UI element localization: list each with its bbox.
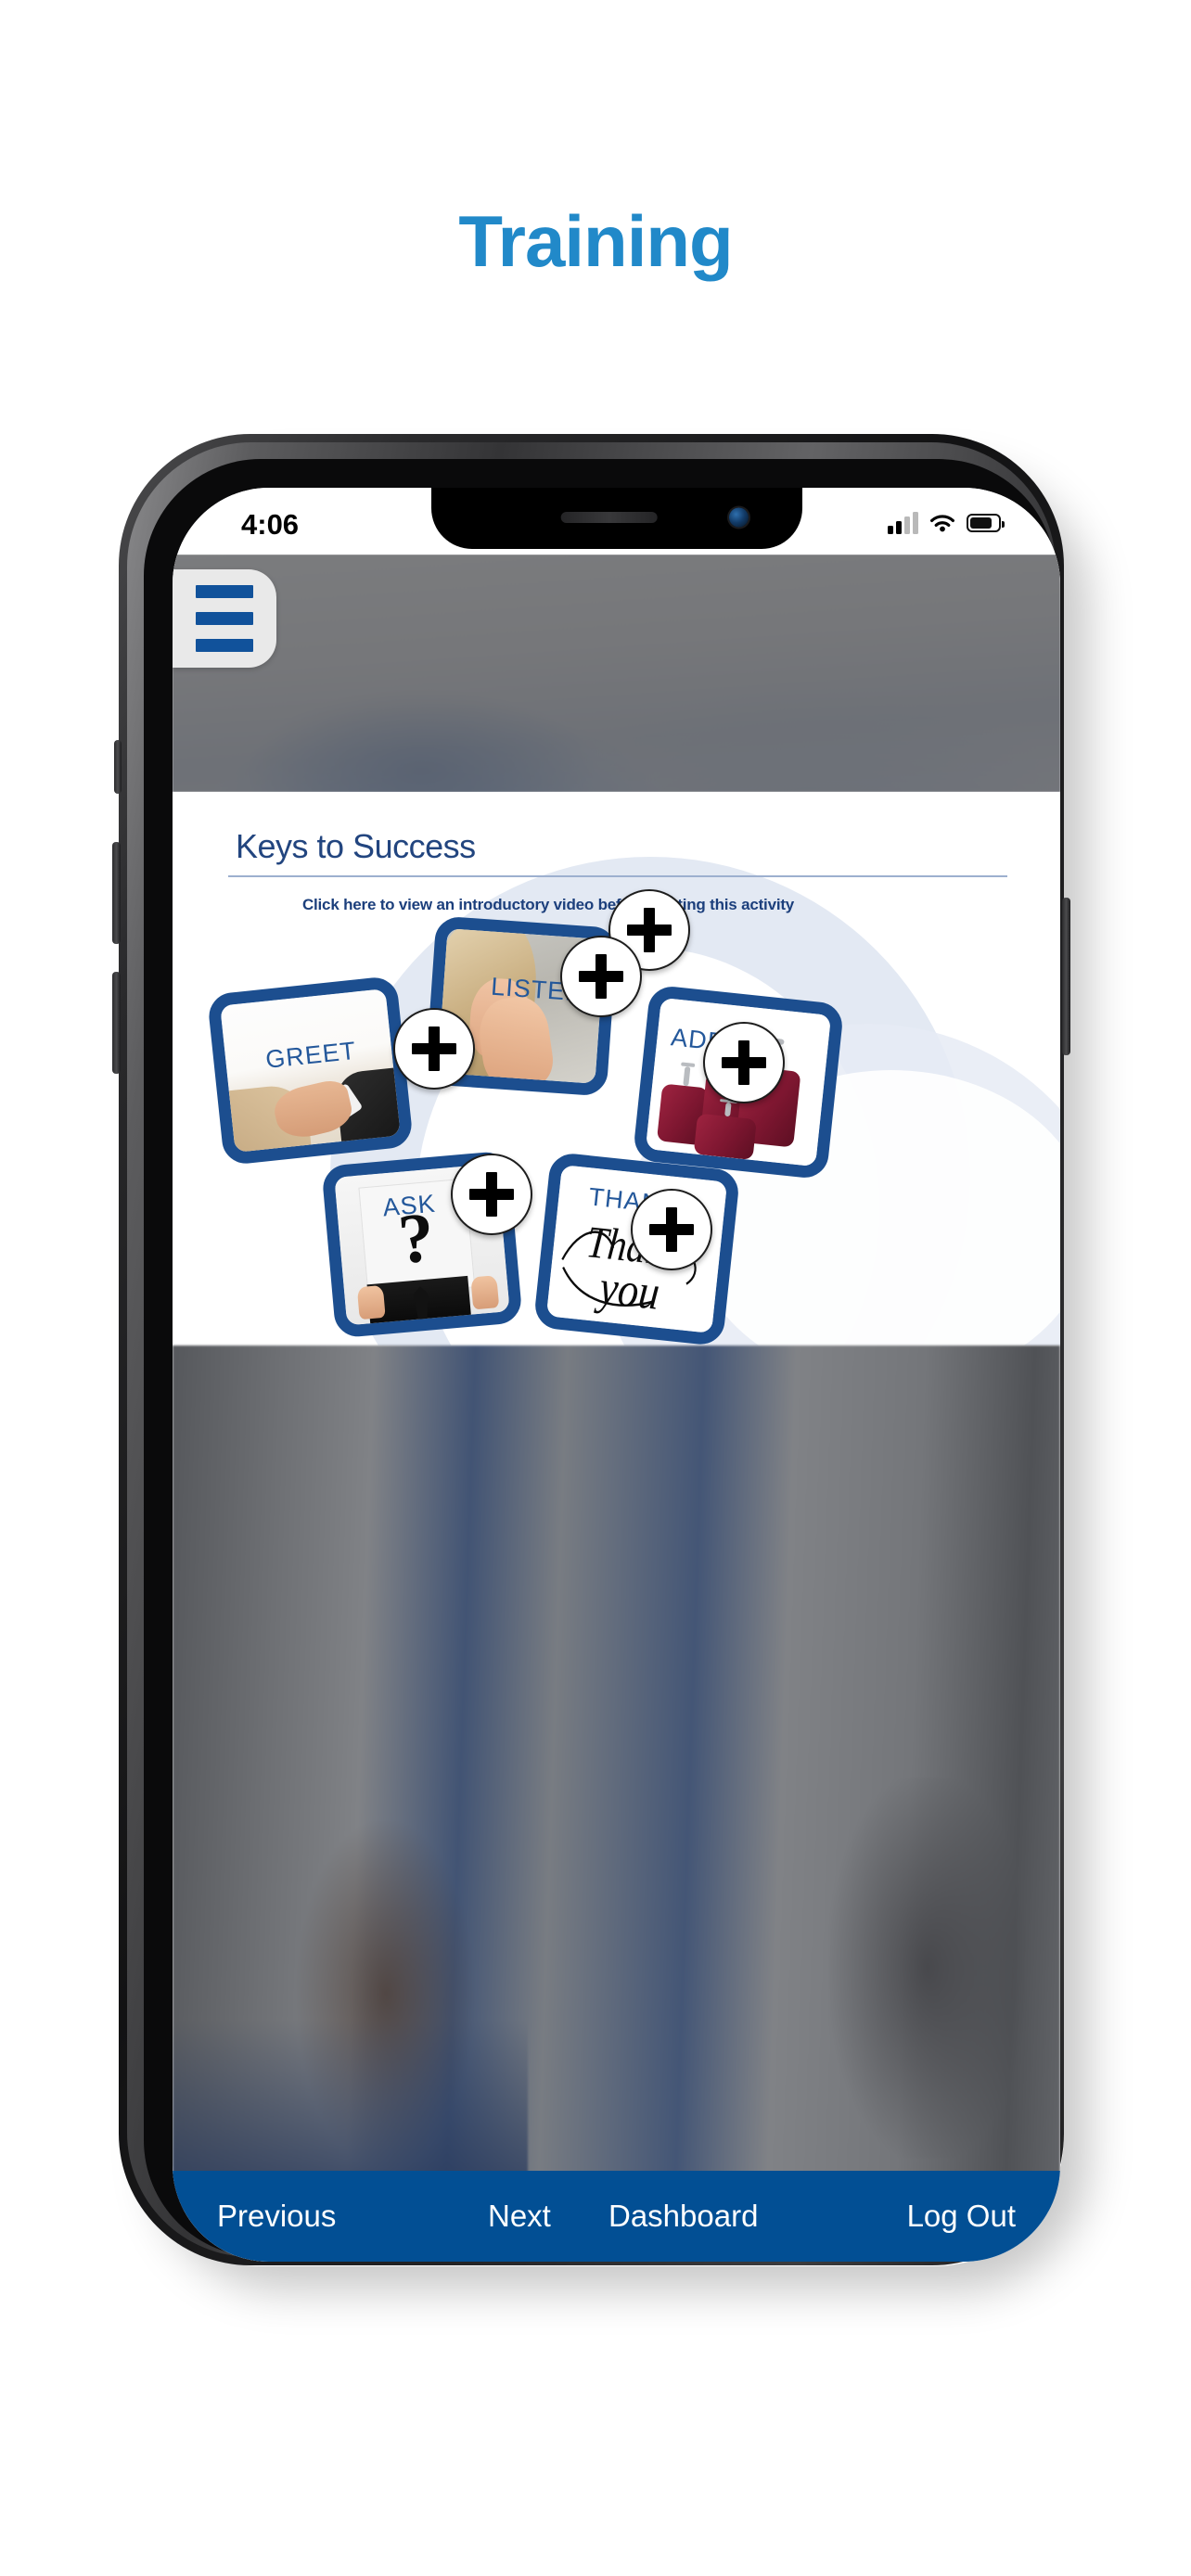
card-label-ask: ASK xyxy=(381,1190,437,1222)
mute-switch[interactable] xyxy=(114,740,122,794)
nav-dashboard-button[interactable]: Dashboard xyxy=(608,2199,758,2234)
front-camera-icon xyxy=(728,507,749,528)
phone-screen: 4:06 Keys to Success Click here to view … xyxy=(173,488,1060,2262)
phone-device-mockup: 4:06 Keys to Success Click here to view … xyxy=(112,434,1077,2275)
device-inner-bezel: 4:06 Keys to Success Click here to view … xyxy=(144,459,1060,2262)
app-viewport: Keys to Success Click here to view an in… xyxy=(173,555,1060,2262)
page-title: Training xyxy=(458,200,733,282)
device-mid-band: 4:06 Keys to Success Click here to view … xyxy=(127,442,1060,2262)
device-notch xyxy=(430,488,802,549)
wifi-icon xyxy=(930,514,954,531)
lesson-content-panel: Keys to Success Click here to view an in… xyxy=(173,792,1060,1345)
power-button[interactable] xyxy=(1062,898,1070,1055)
card-greet[interactable]: GREET xyxy=(206,975,415,1167)
plus-icon-ask[interactable] xyxy=(451,1154,532,1235)
bottom-navigation-bar: Previous Next Dashboard Log Out xyxy=(173,2171,1060,2262)
intro-video-link[interactable]: Click here to view an introductory video… xyxy=(173,896,924,914)
volume-down-button[interactable] xyxy=(112,972,121,1074)
nav-next-button[interactable]: Next xyxy=(488,2199,551,2234)
earpiece-speaker-icon xyxy=(560,512,658,523)
heading-divider xyxy=(228,875,1007,877)
plus-icon-listen[interactable] xyxy=(560,936,642,1017)
cellular-signal-icon xyxy=(888,512,918,534)
nav-logout-button[interactable]: Log Out xyxy=(907,2199,1016,2234)
status-bar-icons xyxy=(888,508,1005,538)
footer-background-image xyxy=(173,1345,1060,2210)
device-outer-frame: 4:06 Keys to Success Click here to view … xyxy=(112,434,1070,2265)
header-background-image xyxy=(173,555,1060,854)
status-bar-time: 4:06 xyxy=(241,508,300,541)
battery-icon xyxy=(967,514,1005,532)
plus-icon-greet[interactable] xyxy=(393,1008,475,1090)
svg-text:you: you xyxy=(593,1260,662,1320)
screenshot-root: Training 4:06 Keys to Success Click here… xyxy=(0,0,1191,2576)
volume-up-button[interactable] xyxy=(112,842,121,944)
nav-previous-button[interactable]: Previous xyxy=(217,2199,336,2234)
hamburger-menu-icon[interactable] xyxy=(173,569,276,668)
plus-icon-addon[interactable] xyxy=(703,1022,785,1103)
handshake-photo xyxy=(219,988,408,1160)
page-heading: Keys to Success xyxy=(236,827,476,865)
plus-icon-thank[interactable] xyxy=(631,1189,712,1270)
